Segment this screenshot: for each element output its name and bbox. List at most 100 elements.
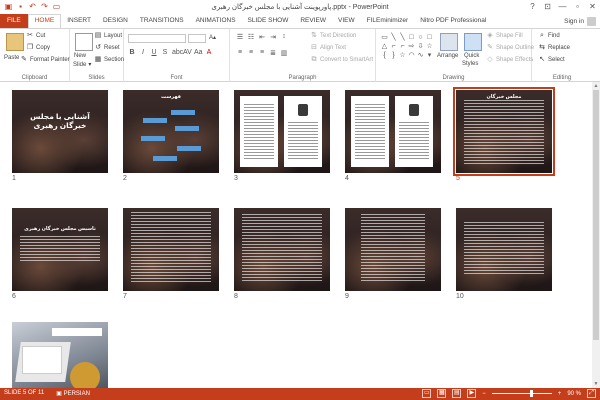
new-slide-icon[interactable] bbox=[75, 33, 93, 51]
slide-thumbnail[interactable]: آشنایی با مجلس خبرگان رهبری 1 bbox=[12, 90, 108, 182]
find-button[interactable]: ⌕ Find bbox=[538, 32, 560, 40]
zoom-in-icon[interactable]: + bbox=[558, 391, 562, 397]
scroll-down-icon[interactable]: ▼ bbox=[592, 380, 600, 388]
paste-icon[interactable] bbox=[6, 33, 24, 51]
layout-button[interactable]: ▤ Layout bbox=[94, 32, 122, 40]
slide-preview[interactable]: فهرست bbox=[123, 90, 219, 173]
line-icon[interactable]: ⌐ bbox=[389, 42, 398, 51]
arrow-icon[interactable]: ⇩ bbox=[416, 42, 425, 51]
zoom-level[interactable]: 90 % bbox=[567, 391, 581, 397]
slide-thumbnail[interactable]: فهرست 2 bbox=[123, 90, 219, 182]
cut-button[interactable]: ✂ Cut bbox=[26, 32, 45, 40]
replace-button[interactable]: ⇆ Replace bbox=[538, 44, 570, 52]
slide-preview[interactable]: آشنایی با مجلس خبرگان رهبری bbox=[12, 90, 108, 173]
case-icon[interactable]: Aa bbox=[194, 49, 203, 56]
bold-icon[interactable]: B bbox=[128, 49, 136, 56]
sign-in[interactable]: Sign in bbox=[564, 17, 596, 26]
rectangle-icon[interactable]: □ bbox=[407, 33, 416, 42]
arrange-button[interactable]: Arrange bbox=[437, 53, 458, 59]
shapes-gallery[interactable]: ▭ ╲ ╲ □ ○ □ △ ⌐ ⌐ ⇨ ⇩ ☆ {} ☆ ◠ ∿ ▾ bbox=[380, 33, 434, 67]
font-color-icon[interactable]: A bbox=[205, 49, 213, 56]
tab-transitions[interactable]: TRANSITIONS bbox=[134, 14, 190, 28]
align-text-button[interactable]: ⊟ Align Text bbox=[310, 44, 346, 52]
slide-preview[interactable] bbox=[345, 208, 441, 291]
line-icon[interactable]: ╲ bbox=[398, 33, 407, 42]
slide-preview[interactable] bbox=[456, 208, 552, 291]
font-grow-button[interactable]: A▴ bbox=[209, 34, 216, 41]
convert-smartart-button[interactable]: ⧉ Convert to SmartArt bbox=[310, 56, 374, 64]
slide-thumbnail[interactable]: 9 bbox=[345, 208, 441, 300]
star-icon[interactable]: ☆ bbox=[425, 42, 434, 51]
restore-button[interactable]: ▫ bbox=[570, 0, 585, 14]
arrange-icon[interactable] bbox=[440, 33, 458, 51]
new-slide-button[interactable]: New bbox=[74, 53, 86, 59]
align-left-icon[interactable]: ≡ bbox=[236, 49, 244, 57]
slide-thumbnail[interactable]: 7 bbox=[123, 208, 219, 300]
zoom-slider[interactable] bbox=[491, 390, 552, 397]
ribbon-display-button[interactable]: ⊡ bbox=[540, 0, 555, 14]
reading-view-icon[interactable]: ▤ bbox=[452, 389, 462, 398]
bullets-icon[interactable]: ☰ bbox=[236, 33, 244, 41]
decrease-indent-icon[interactable]: ⇤ bbox=[258, 33, 266, 41]
italic-icon[interactable]: I bbox=[139, 49, 147, 56]
tab-fileminimizer[interactable]: FILEminimizer bbox=[361, 14, 415, 28]
text-direction-button[interactable]: ⇅ Text Direction bbox=[310, 32, 356, 40]
tab-animations[interactable]: ANIMATIONS bbox=[190, 14, 242, 28]
brace-icon[interactable]: } bbox=[389, 51, 398, 60]
select-button[interactable]: ↖ Select bbox=[538, 56, 565, 64]
reset-button[interactable]: ↺ Reset bbox=[94, 44, 120, 52]
columns-icon[interactable]: ▥ bbox=[280, 49, 288, 57]
font-size-box[interactable] bbox=[188, 34, 206, 43]
numbering-icon[interactable]: ☷ bbox=[247, 33, 255, 41]
slide-preview[interactable] bbox=[234, 90, 330, 173]
increase-indent-icon[interactable]: ⇥ bbox=[269, 33, 277, 41]
font-name-box[interactable] bbox=[128, 34, 186, 43]
more-shapes-icon[interactable]: ▾ bbox=[425, 51, 434, 60]
slide-thumbnail[interactable]: 4 bbox=[345, 90, 441, 182]
tab-insert[interactable]: INSERT bbox=[61, 14, 97, 28]
star-icon[interactable]: ☆ bbox=[398, 51, 407, 60]
fit-to-window-icon[interactable]: ⤢ bbox=[587, 389, 596, 398]
help-button[interactable]: ? bbox=[525, 0, 540, 14]
language-indicator[interactable]: ▣ PERSIAN bbox=[56, 390, 90, 397]
curve-icon[interactable]: ∿ bbox=[416, 51, 425, 60]
underline-icon[interactable]: U bbox=[150, 49, 158, 56]
align-right-icon[interactable]: ≡ bbox=[258, 49, 266, 57]
zoom-slider-knob[interactable] bbox=[529, 390, 533, 397]
arc-icon[interactable]: ◠ bbox=[407, 51, 416, 60]
align-center-icon[interactable]: ≡ bbox=[247, 49, 255, 57]
normal-view-icon[interactable]: ▭ bbox=[422, 389, 432, 398]
slide-thumbnail[interactable]: 10 bbox=[456, 208, 552, 300]
text-box-icon[interactable]: ▭ bbox=[380, 33, 389, 42]
oval-icon[interactable]: ○ bbox=[416, 33, 425, 42]
tab-view[interactable]: VIEW bbox=[332, 14, 361, 28]
slide-preview[interactable] bbox=[123, 208, 219, 291]
shape-outline-button[interactable]: ✎ Shape Outline bbox=[486, 44, 534, 52]
line-icon[interactable]: ⌐ bbox=[398, 42, 407, 51]
section-button[interactable]: ▦ Section bbox=[94, 56, 124, 64]
tab-design[interactable]: DESIGN bbox=[97, 14, 134, 28]
strikethrough-icon[interactable]: S bbox=[161, 49, 169, 56]
tab-nitro-pdf[interactable]: Nitro PDF Professional bbox=[414, 14, 492, 28]
line-spacing-icon[interactable]: ↕ bbox=[280, 33, 288, 41]
tab-home[interactable]: HOME bbox=[27, 14, 62, 28]
slide-preview[interactable]: مجلس خبرگان bbox=[453, 87, 555, 176]
scrollbar-thumb[interactable] bbox=[593, 90, 599, 340]
scroll-up-icon[interactable]: ▲ bbox=[592, 82, 600, 90]
shape-fill-button[interactable]: ◈ Shape Fill bbox=[486, 32, 522, 40]
slide-thumbnail[interactable]: 3 bbox=[234, 90, 330, 182]
tab-review[interactable]: REVIEW bbox=[294, 14, 332, 28]
slideshow-view-icon[interactable]: ▶ bbox=[467, 389, 477, 398]
vertical-scrollbar[interactable]: ▲ ▼ bbox=[592, 82, 600, 388]
quick-styles-icon[interactable] bbox=[464, 33, 482, 51]
slide-thumbnail[interactable]: تاسیس مجلس خبرگان رهبری 6 bbox=[12, 208, 108, 300]
tab-slide-show[interactable]: SLIDE SHOW bbox=[242, 14, 295, 28]
slide-preview[interactable] bbox=[345, 90, 441, 173]
slide-thumbnail[interactable]: 8 bbox=[234, 208, 330, 300]
new-slide-dropdown[interactable]: Slide ▾ bbox=[73, 61, 91, 69]
paste-button[interactable]: Paste bbox=[4, 55, 19, 61]
shape-effects-button[interactable]: ◇ Shape Effects bbox=[486, 56, 533, 64]
shadow-icon[interactable]: abc bbox=[172, 49, 183, 56]
spacing-icon[interactable]: AV bbox=[183, 49, 192, 56]
quick-styles-dropdown[interactable]: Styles bbox=[462, 61, 478, 67]
